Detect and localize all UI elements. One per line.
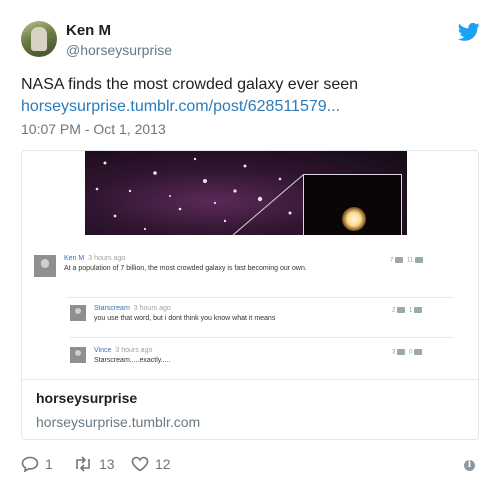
like-count: 12: [155, 456, 171, 472]
downvote-count: 1: [409, 307, 413, 314]
link-card[interactable]: Ken M 3 hours ago At a population of 7 bi…: [21, 150, 479, 440]
comment: Ken M 3 hours ago At a population of 7 bi…: [34, 255, 454, 285]
reply-icon: [21, 456, 39, 472]
thumbs-up-icon[interactable]: [397, 349, 406, 355]
comment-time: 3 hours ago: [88, 255, 126, 262]
tweet-text: NASA finds the most crowded galaxy ever …: [21, 76, 359, 93]
upvote-count: 2: [392, 307, 396, 314]
comment-author[interactable]: Ken M: [64, 255, 84, 262]
thumbs-down-icon[interactable]: [414, 307, 423, 313]
downvote-count: 11: [407, 257, 414, 264]
comment-author[interactable]: Starscream: [94, 305, 130, 312]
comment-time: 3 hours ago: [115, 347, 153, 354]
upvote-count: 3: [392, 349, 396, 356]
thumbs-down-icon[interactable]: [414, 349, 423, 355]
card-footer[interactable]: horseysurprise horseysurprise.tumblr.com: [22, 379, 478, 439]
reply-count: 1: [45, 456, 53, 472]
tweet-timestamp[interactable]: 10:07 PM - Oct 1, 2013: [21, 121, 166, 137]
comment: Vince 3 hours ago Starscream.....exactly.…: [70, 347, 454, 371]
heart-icon: [131, 456, 149, 472]
galaxy-image: [85, 151, 407, 235]
comment-body: At a population of 7 billion, the most c…: [64, 265, 307, 272]
card-domain[interactable]: horseysurprise.tumblr.com: [36, 414, 200, 430]
retweet-count: 13: [99, 456, 115, 472]
thumbs-down-icon[interactable]: [415, 257, 424, 263]
twitter-bird-icon[interactable]: [458, 22, 480, 42]
reply-button[interactable]: 1: [21, 456, 53, 472]
comment-avatar: [70, 305, 86, 321]
comment-avatar: [34, 255, 56, 277]
like-button[interactable]: 12: [131, 456, 171, 472]
comment-time: 3 hours ago: [133, 305, 171, 312]
comment-author[interactable]: Vince: [94, 347, 111, 354]
thumbs-up-icon[interactable]: [397, 307, 406, 313]
tweet-link[interactable]: horseysurprise.tumblr.com/post/628511579…: [21, 96, 340, 118]
divider: [67, 297, 453, 298]
downvote-count: 0: [409, 349, 413, 356]
comment-body: Starscream.....exactly.....: [94, 357, 171, 364]
comment-body: you use that word, but i dont think you …: [94, 315, 276, 322]
author-handle[interactable]: @horseysurprise: [66, 42, 172, 58]
thumbs-up-icon[interactable]: [395, 257, 404, 263]
comment-avatar: [70, 347, 86, 363]
embedded-tweet: Ken M @horseysurprise NASA finds the mos…: [0, 0, 500, 489]
retweet-icon: [76, 456, 90, 472]
divider: [70, 337, 453, 338]
upvote-count: 7: [390, 257, 394, 264]
comment: Starscream 3 hours ago you use that word,…: [70, 305, 454, 329]
card-title[interactable]: horseysurprise: [36, 390, 137, 406]
info-icon[interactable]: i: [464, 460, 475, 471]
zoom-inset: [303, 174, 402, 235]
retweet-button[interactable]: 13: [73, 456, 115, 472]
avatar[interactable]: [21, 21, 57, 57]
author-name[interactable]: Ken M: [66, 22, 111, 39]
card-image: Ken M 3 hours ago At a population of 7 bi…: [22, 151, 478, 379]
